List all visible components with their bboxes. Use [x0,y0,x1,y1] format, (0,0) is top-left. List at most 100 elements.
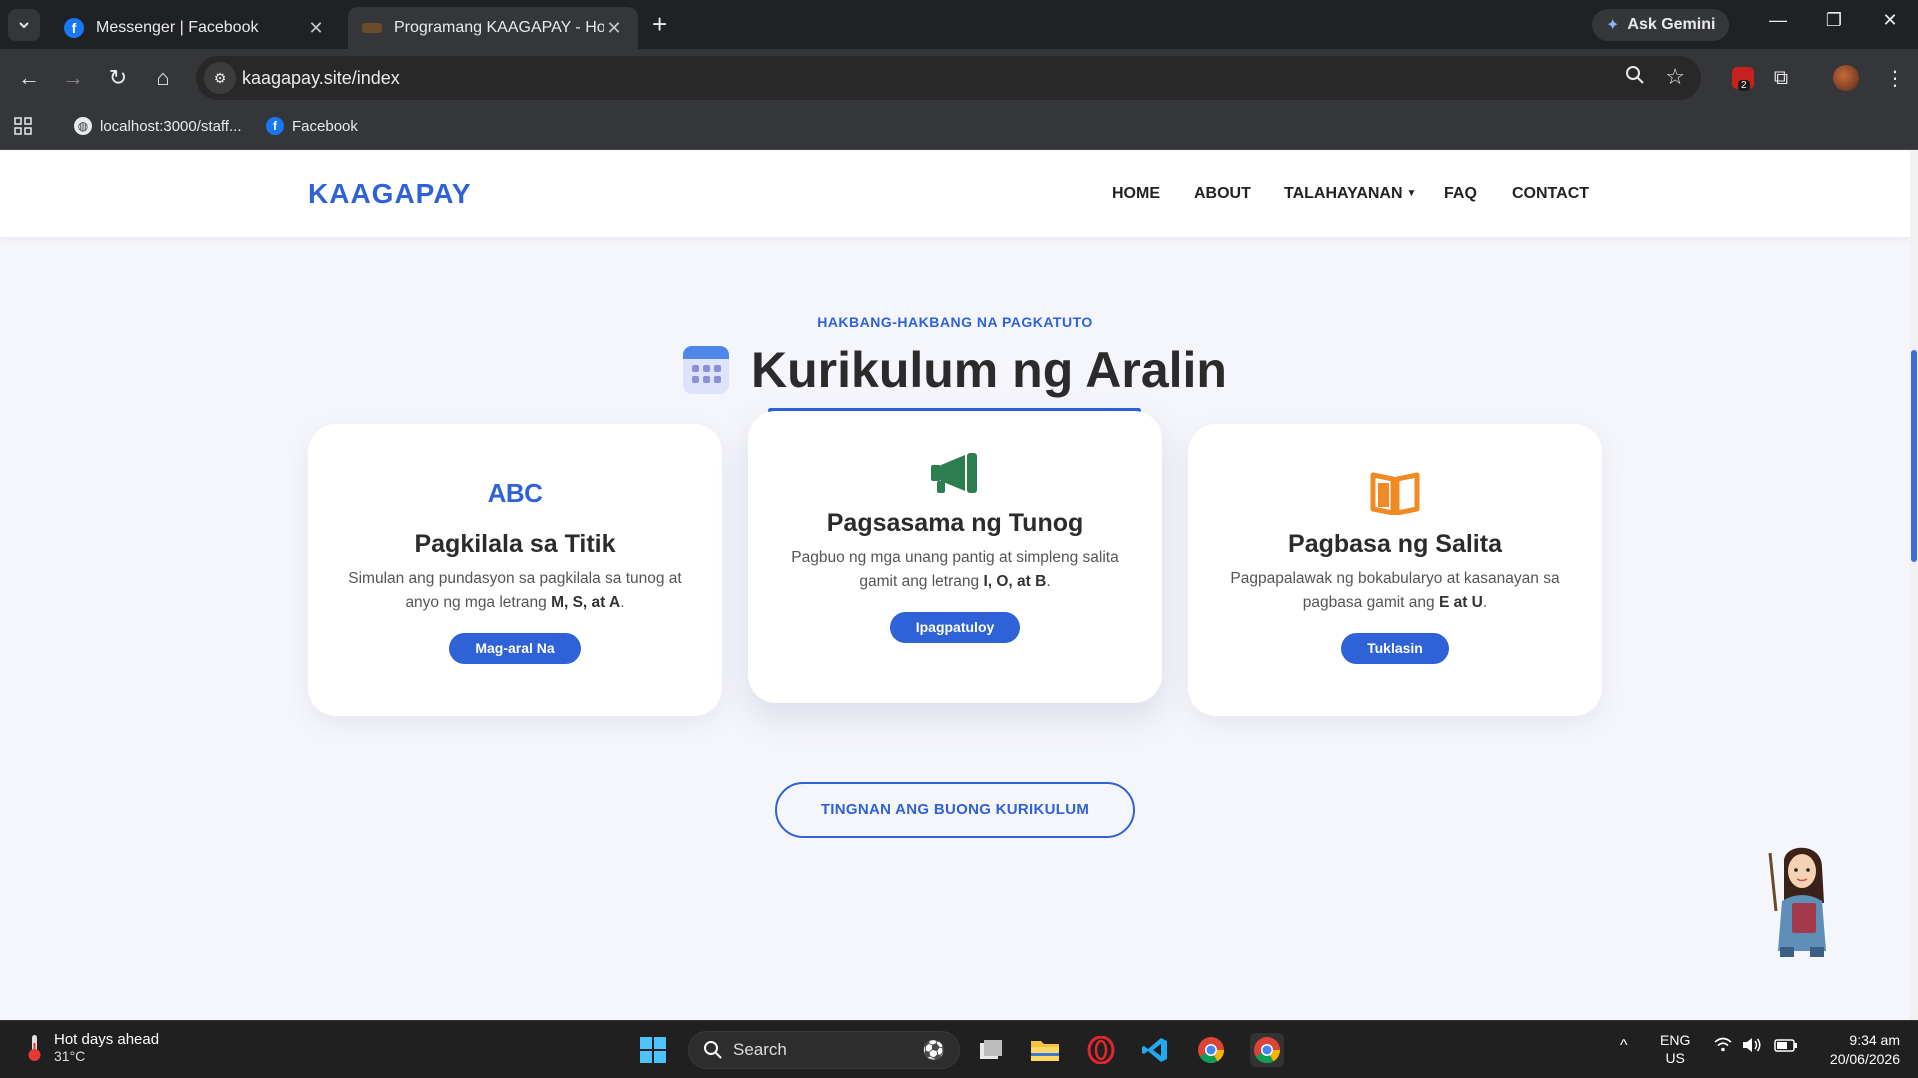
card-desc-text: Simulan ang pundasyon sa pagkilala sa tu… [348,570,682,611]
lesson-card-titik: ABC Pagkilala sa Titik Simulan ang punda… [308,424,722,716]
back-icon[interactable]: ← [14,63,44,93]
page-scrollbar[interactable] [1910,151,1918,1020]
close-window-icon[interactable]: ✕ [1870,10,1910,31]
bookmarks-bar: ◍ localhost:3000/staff... f Facebook [0,108,1918,150]
thermometer-icon [24,1033,44,1063]
nav-contact[interactable]: CONTACT [1512,185,1589,203]
site-logo[interactable]: KAAGAPAY [308,178,472,210]
chrome-icon[interactable] [1194,1033,1228,1067]
facebook-icon: f [266,117,284,135]
card-title: Pagsasama ng Tunog [826,509,1084,537]
windows-taskbar: Hot days ahead 31°C Search ⚽ ^ ENG US 9:… [0,1020,1918,1078]
page-scrollbar-thumb[interactable] [1911,350,1917,562]
card-desc-letters: I, O, at B [983,573,1047,590]
apps-grid-icon[interactable] [14,117,32,135]
lang-code: ENG [1660,1032,1691,1048]
lesson-card-tunog: Pagsasama ng Tunog Pagbuo ng mga unang p… [748,411,1162,703]
search-icon [704,1041,722,1059]
file-explorer-icon[interactable] [1028,1033,1062,1067]
card-title: Pagbasa ng Salita [1288,530,1502,558]
site-navbar: KAAGAPAY HOME ABOUT TALAHAYANAN ▼ FAQ CON… [0,151,1910,237]
close-tab-icon[interactable]: ✕ [604,18,624,39]
card-description: Pagbuo ng mga unang pantig at simpleng s… [748,546,1162,594]
restore-icon[interactable]: ❐ [1814,10,1854,31]
globe-icon: ◍ [74,117,92,135]
volume-icon[interactable] [1742,1037,1762,1058]
opera-icon[interactable] [1084,1033,1118,1067]
bookmark-localhost[interactable]: ◍ localhost:3000/staff... [74,117,241,135]
forward-icon[interactable]: → [58,63,88,93]
battery-icon[interactable] [1774,1037,1798,1058]
wifi-icon[interactable] [1714,1037,1732,1058]
nav-faq[interactable]: FAQ [1444,185,1477,203]
ipagpatuloy-button[interactable]: Ipagpatuloy [889,612,1021,643]
home-icon[interactable]: ⌂ [148,63,178,93]
page-viewport: KAAGAPAY HOME ABOUT TALAHAYANAN ▼ FAQ CON… [0,151,1910,1020]
card-desc-end: . [1482,594,1488,611]
lesson-card-salita: Pagbasa ng Salita Pagpapalawak ng bokabu… [1188,424,1602,716]
teacher-mascot[interactable] [1762,841,1842,959]
browser-toolbar: ← → ↻ ⌂ ⚙ kaagapay.site/index ☆ ⧉ ⋮ [0,49,1918,108]
abc-icon: ABC [308,470,722,516]
megaphone-icon [748,451,1162,497]
bookmark-star-icon[interactable]: ☆ [1665,64,1685,90]
tab-kaagapay[interactable]: Programang KAAGAPAY - Home ✕ [348,7,638,49]
card-title: Pagkilala sa Titik [414,530,616,558]
soccer-ball-icon: ⚽ [922,1039,945,1060]
chrome-profile-icon[interactable] [1250,1033,1284,1067]
clock-date: 20/06/2026 [1829,1051,1900,1067]
ask-gemini-label: Ask Gemini [1627,16,1716,33]
bookmark-facebook[interactable]: f Facebook [266,117,358,135]
section-heading: Kurikulum ng Aralin [0,341,1910,399]
bookmark-label: Facebook [292,117,358,135]
card-description: Pagpapalawak ng bokabularyo at kasanayan… [1188,567,1602,615]
extension-count-badge: 2 [1738,80,1750,91]
new-tab-button[interactable]: + [652,10,667,38]
zoom-icon[interactable] [1625,65,1645,91]
taskbar-search[interactable]: Search ⚽ [688,1031,960,1069]
minimize-icon[interactable]: — [1758,10,1798,31]
card-desc-end: . [1046,573,1051,590]
extensions-puzzle-icon[interactable]: ⧉ [1766,63,1796,93]
profile-avatar[interactable] [1833,65,1859,91]
card-desc-end: . [620,594,625,611]
nav-talahayanan-label: TALAHAYANAN [1284,185,1403,202]
lang-region: US [1665,1050,1685,1066]
card-desc-letters: E at U [1438,594,1483,611]
tab-messenger[interactable]: f Messenger | Facebook ✕ [50,7,340,49]
tab-list-chevron-icon[interactable] [8,9,40,41]
close-tab-icon[interactable]: ✕ [306,18,326,39]
abc-icon-text: ABC [487,477,543,508]
weather-temp: 31°C [54,1048,86,1064]
card-desc-text: Pagpapalawak ng bokabularyo at kasanayan… [1230,570,1560,611]
system-clock[interactable]: 9:34 am 20/06/2026 [1812,1031,1900,1069]
nav-home[interactable]: HOME [1112,185,1160,203]
tuklasin-button[interactable]: Tuklasin [1341,633,1449,664]
task-view-icon[interactable] [974,1033,1008,1067]
nav-about[interactable]: ABOUT [1194,185,1251,203]
weather-headline: Hot days ahead [54,1031,160,1048]
browser-tab-bar: f Messenger | Facebook ✕ Programang KAAG… [0,0,1918,49]
vscode-icon[interactable] [1138,1033,1172,1067]
card-description: Simulan ang pundasyon sa pagkilala sa tu… [308,567,722,615]
chrome-menu-icon[interactable]: ⋮ [1880,63,1910,93]
tab-title: Messenger | Facebook [96,19,259,36]
card-desc-letters: M, S, at A [551,594,621,611]
ask-gemini-button[interactable]: ✦ Ask Gemini [1592,9,1730,41]
facebook-icon: f [64,18,84,38]
bookmark-label: localhost:3000/staff... [100,117,242,135]
url-text[interactable]: kaagapay.site/index [242,68,400,89]
address-bar[interactable]: ⚙ kaagapay.site/index ☆ [196,56,1701,100]
windows-start-icon[interactable] [636,1033,670,1067]
tray-chevron-up-icon[interactable]: ^ [1620,1037,1628,1055]
clock-time: 9:34 am [1849,1032,1900,1048]
mag-aral-button[interactable]: Mag-aral Na [449,633,581,664]
reload-icon[interactable]: ↻ [103,63,133,93]
input-language[interactable]: ENG US [1660,1031,1690,1067]
site-info-icon[interactable]: ⚙ [204,62,236,94]
nav-talahayanan[interactable]: TALAHAYANAN ▼ [1284,185,1416,203]
view-full-curriculum-button[interactable]: TINGNAN ANG BUONG KURIKULUM [775,782,1135,838]
site-favicon-icon [362,23,382,33]
weather-widget[interactable]: Hot days ahead 31°C [24,1031,159,1064]
section-title: Kurikulum ng Aralin [751,342,1227,398]
